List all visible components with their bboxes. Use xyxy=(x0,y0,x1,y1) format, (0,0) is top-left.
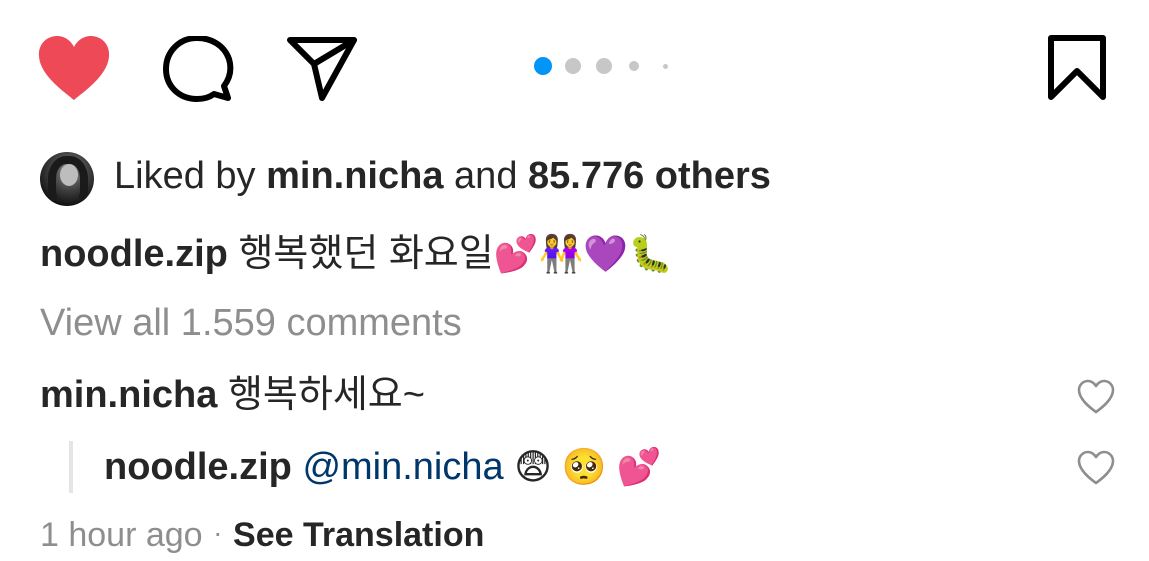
caption-username[interactable]: noodle.zip xyxy=(40,233,228,275)
see-translation-button[interactable]: See Translation xyxy=(233,516,484,554)
avatar-face xyxy=(60,164,78,186)
comment-footer: 1 hour ago · See Translation xyxy=(40,512,484,559)
carousel-dot xyxy=(629,61,639,71)
reply: noodle.zip @min.nicha 😨 🥺 💕 xyxy=(104,445,661,489)
comment-icon[interactable] xyxy=(162,36,234,104)
carousel-dot xyxy=(663,64,668,69)
save-icon[interactable] xyxy=(1046,34,1108,102)
likes-count[interactable]: 85.776 others xyxy=(528,155,771,197)
reply-indent-bar xyxy=(69,441,73,493)
reply-like-heart-icon[interactable] xyxy=(1076,450,1116,486)
comment-like-heart-icon[interactable] xyxy=(1076,379,1116,415)
likes-connector: and xyxy=(454,155,518,197)
comment-username[interactable]: min.nicha xyxy=(40,374,217,416)
comment-text: 행복하세요~ xyxy=(227,374,425,416)
likes-text: Liked by min.nicha and 85.776 others xyxy=(114,154,771,198)
carousel-dot-active xyxy=(534,57,552,75)
liker-username[interactable]: min.nicha xyxy=(266,155,443,197)
view-all-comments-link[interactable]: View all 1.559 comments xyxy=(40,301,462,345)
carousel-dot xyxy=(565,58,581,74)
liker-avatar[interactable] xyxy=(40,152,94,206)
likes-summary[interactable]: Liked by min.nicha and 85.776 others xyxy=(40,146,940,206)
comment: min.nicha 행복하세요~ xyxy=(40,373,425,417)
likes-prefix: Liked by xyxy=(114,155,256,197)
share-icon[interactable] xyxy=(286,36,358,102)
caption-text: 행복했던 화요일 xyxy=(238,233,494,275)
caption: noodle.zip 행복했던 화요일💕👭💜🐛 xyxy=(40,232,673,276)
carousel-dot xyxy=(596,58,612,74)
reply-emojis: 😨 🥺 💕 xyxy=(514,446,662,487)
reply-mention[interactable]: @min.nicha xyxy=(302,446,503,488)
caption-emojis: 💕👭💜🐛 xyxy=(493,233,674,274)
footer-separator: · xyxy=(213,517,223,548)
carousel-indicator xyxy=(532,56,682,78)
like-icon[interactable] xyxy=(36,34,112,102)
reply-username[interactable]: noodle.zip xyxy=(104,446,292,488)
comment-timestamp: 1 hour ago xyxy=(40,516,203,554)
